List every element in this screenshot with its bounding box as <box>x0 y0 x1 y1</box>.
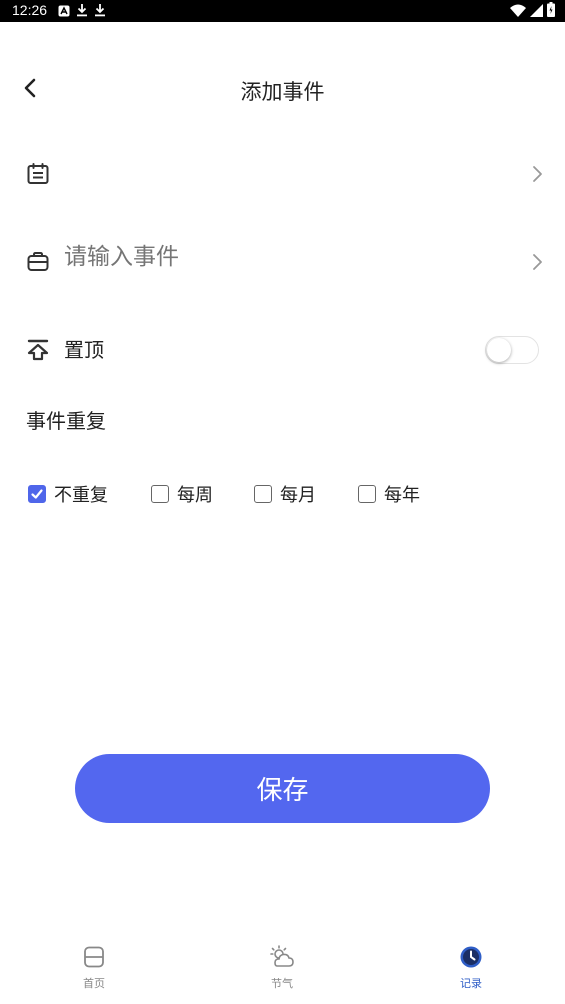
save-button[interactable]: 保存 <box>75 754 490 823</box>
calendar-icon <box>24 160 52 188</box>
repeat-option-label: 每年 <box>384 485 420 506</box>
tab-records[interactable]: 记录 <box>411 944 531 998</box>
chevron-right-icon <box>527 252 547 272</box>
app-notification-icon <box>58 2 70 21</box>
event-row[interactable] <box>0 232 565 292</box>
repeat-option-none[interactable]: 不重复 <box>28 480 108 508</box>
repeat-option-label: 不重复 <box>54 485 108 506</box>
repeat-option-label: 每周 <box>177 485 213 506</box>
repeat-option-monthly[interactable]: 每月 <box>254 480 316 508</box>
tab-solar-terms[interactable]: 节气 <box>222 944 342 998</box>
download-icon <box>76 2 88 21</box>
repeat-option-weekly[interactable]: 每周 <box>151 480 213 508</box>
page-title: 添加事件 <box>240 80 325 104</box>
signal-icon <box>530 2 543 21</box>
repeat-options: 不重复 每周 每月 每年 <box>28 480 528 508</box>
tab-label: 首页 <box>83 977 105 990</box>
nav-header: 添加事件 <box>0 60 565 120</box>
pin-toggle[interactable] <box>485 336 539 364</box>
tab-label: 记录 <box>460 977 482 990</box>
home-card-icon <box>81 944 107 970</box>
wifi-icon <box>510 2 526 21</box>
repeat-option-label: 每月 <box>280 485 316 506</box>
chevron-right-icon <box>527 164 547 184</box>
battery-icon <box>547 1 555 21</box>
pin-top-icon <box>24 336 52 364</box>
status-time: 12:26 <box>12 2 48 18</box>
clock-icon <box>458 944 484 970</box>
event-input[interactable] <box>64 244 504 270</box>
status-bar: 12:26 <box>0 0 565 22</box>
weather-sun-cloud-icon <box>269 944 295 970</box>
bottom-tab-bar: 首页 节气 记录 <box>0 936 565 1004</box>
status-notification-icons <box>58 3 106 19</box>
checkbox-icon <box>151 485 169 503</box>
pin-row: 置顶 <box>0 320 565 380</box>
status-system-icons <box>510 1 555 21</box>
tab-home[interactable]: 首页 <box>34 944 154 998</box>
checkbox-icon <box>254 485 272 503</box>
pin-label: 置顶 <box>64 338 104 362</box>
checkbox-icon <box>358 485 376 503</box>
date-row[interactable] <box>0 144 565 204</box>
repeat-option-yearly[interactable]: 每年 <box>358 480 420 508</box>
repeat-section-title: 事件重复 <box>26 409 106 433</box>
tab-label: 节气 <box>271 977 293 990</box>
toggle-knob <box>487 338 511 362</box>
download-icon <box>94 2 106 21</box>
briefcase-icon <box>24 248 52 276</box>
checkbox-checked-icon <box>28 485 46 503</box>
